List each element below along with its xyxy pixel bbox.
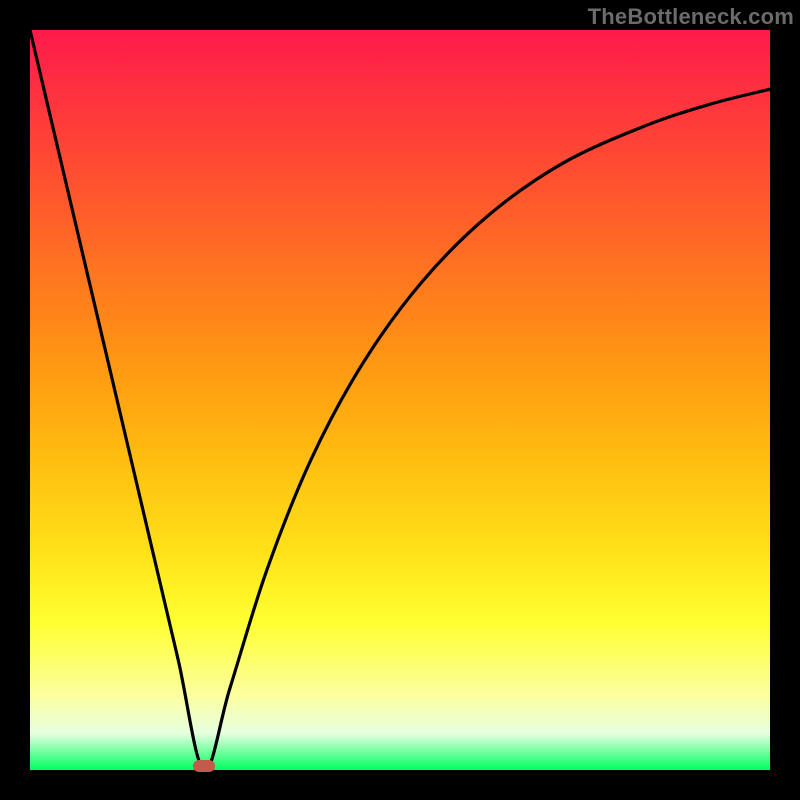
chart-frame: TheBottleneck.com [0, 0, 800, 800]
watermark-text: TheBottleneck.com [588, 4, 794, 30]
bottleneck-curve [30, 30, 770, 770]
plot-area [30, 30, 770, 770]
optimal-point-marker [193, 760, 215, 772]
